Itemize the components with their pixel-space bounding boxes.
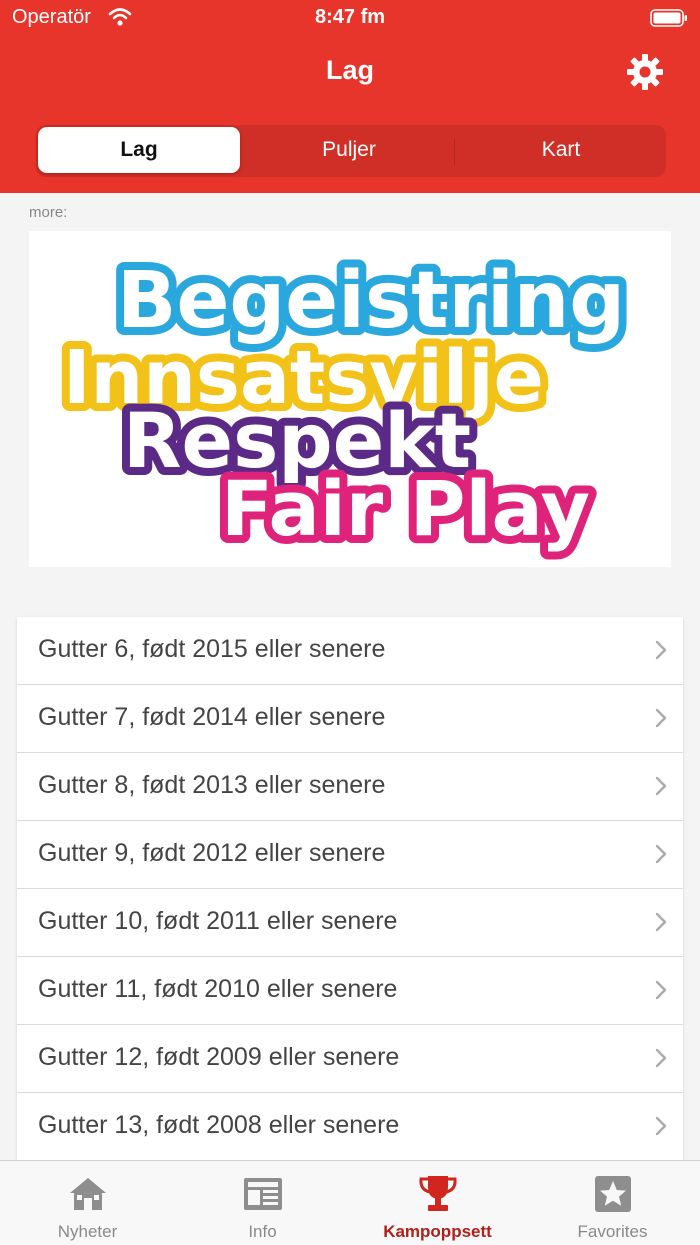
house-icon [70,1178,106,1210]
banner-line-4: Fair Play [221,464,590,553]
tab-label: Kampoppsett [383,1222,492,1241]
values-banner: Begeistring Innsatsvilje Respekt Fair Pl… [29,231,671,567]
chevron-right-icon [655,776,667,796]
app-header: Operatör 8:47 fm Lag Lag Puljer Kart [0,0,700,193]
chevron-right-icon [655,912,667,932]
segment-puljer[interactable]: Puljer [248,127,450,173]
status-bar: Operatör 8:47 fm [0,0,700,36]
gear-icon[interactable] [625,52,665,92]
tab-favorites[interactable]: Favorites [525,1161,700,1245]
tab-label: Info [248,1222,277,1241]
list-item-label: Gutter 6, født 2015 eller senere [38,635,386,663]
chevron-right-icon [655,1116,667,1136]
list-item[interactable]: Gutter 10, født 2011 eller senere [17,889,683,957]
battery-icon [650,9,687,27]
more-label: more: [29,204,68,221]
list-item-label: Gutter 13, født 2008 eller senere [38,1111,400,1139]
list-item[interactable]: Gutter 9, født 2012 eller senere [17,821,683,889]
tab-label: Nyheter [57,1222,118,1241]
tab-nyheter[interactable]: Nyheter [0,1161,175,1245]
chevron-right-icon [655,708,667,728]
segment-lag[interactable]: Lag [38,127,240,173]
list-item-label: Gutter 7, født 2014 eller senere [38,703,386,731]
chevron-right-icon [655,1048,667,1068]
values-logo-image: Begeistring Innsatsvilje Respekt Fair Pl… [55,248,633,561]
list-item[interactable]: Gutter 13, født 2008 eller senere [17,1093,683,1161]
list-item[interactable]: Gutter 7, født 2014 eller senere [17,685,683,753]
star-icon [595,1176,631,1212]
list-item-label: Gutter 9, født 2012 eller senere [38,839,386,867]
team-list: Gutter 6, født 2015 eller senere Gutter … [17,617,683,1161]
page-title: Lag [325,55,374,85]
list-item-label: Gutter 12, født 2009 eller senere [38,1043,400,1071]
segment-divider [454,139,455,165]
newspaper-icon [244,1178,282,1210]
clock: 8:47 fm [314,6,386,28]
tab-label: Favorites [577,1222,648,1241]
chevron-right-icon [655,980,667,1000]
segmented-control: Lag Puljer Kart [36,125,666,177]
segment-kart[interactable]: Kart [460,127,662,173]
tab-bar: Nyheter Info Kampoppsett Favorites [0,1160,700,1245]
list-item-label: Gutter 8, født 2013 eller senere [38,771,386,799]
trophy-icon [419,1176,457,1211]
tab-info[interactable]: Info [175,1161,350,1245]
list-item[interactable]: Gutter 6, født 2015 eller senere [17,617,683,685]
list-item[interactable]: Gutter 8, født 2013 eller senere [17,753,683,821]
tab-kampoppsett[interactable]: Kampoppsett [350,1161,525,1245]
list-item-label: Gutter 11, født 2010 eller senere [38,975,398,1003]
banner-line-1: Begeistring [117,256,625,346]
chevron-right-icon [655,844,667,864]
chevron-right-icon [655,640,667,660]
list-item[interactable]: Gutter 11, født 2010 eller senere [17,957,683,1025]
list-item-label: Gutter 10, født 2011 eller senere [38,907,398,935]
list-item[interactable]: Gutter 12, født 2009 eller senere [17,1025,683,1093]
